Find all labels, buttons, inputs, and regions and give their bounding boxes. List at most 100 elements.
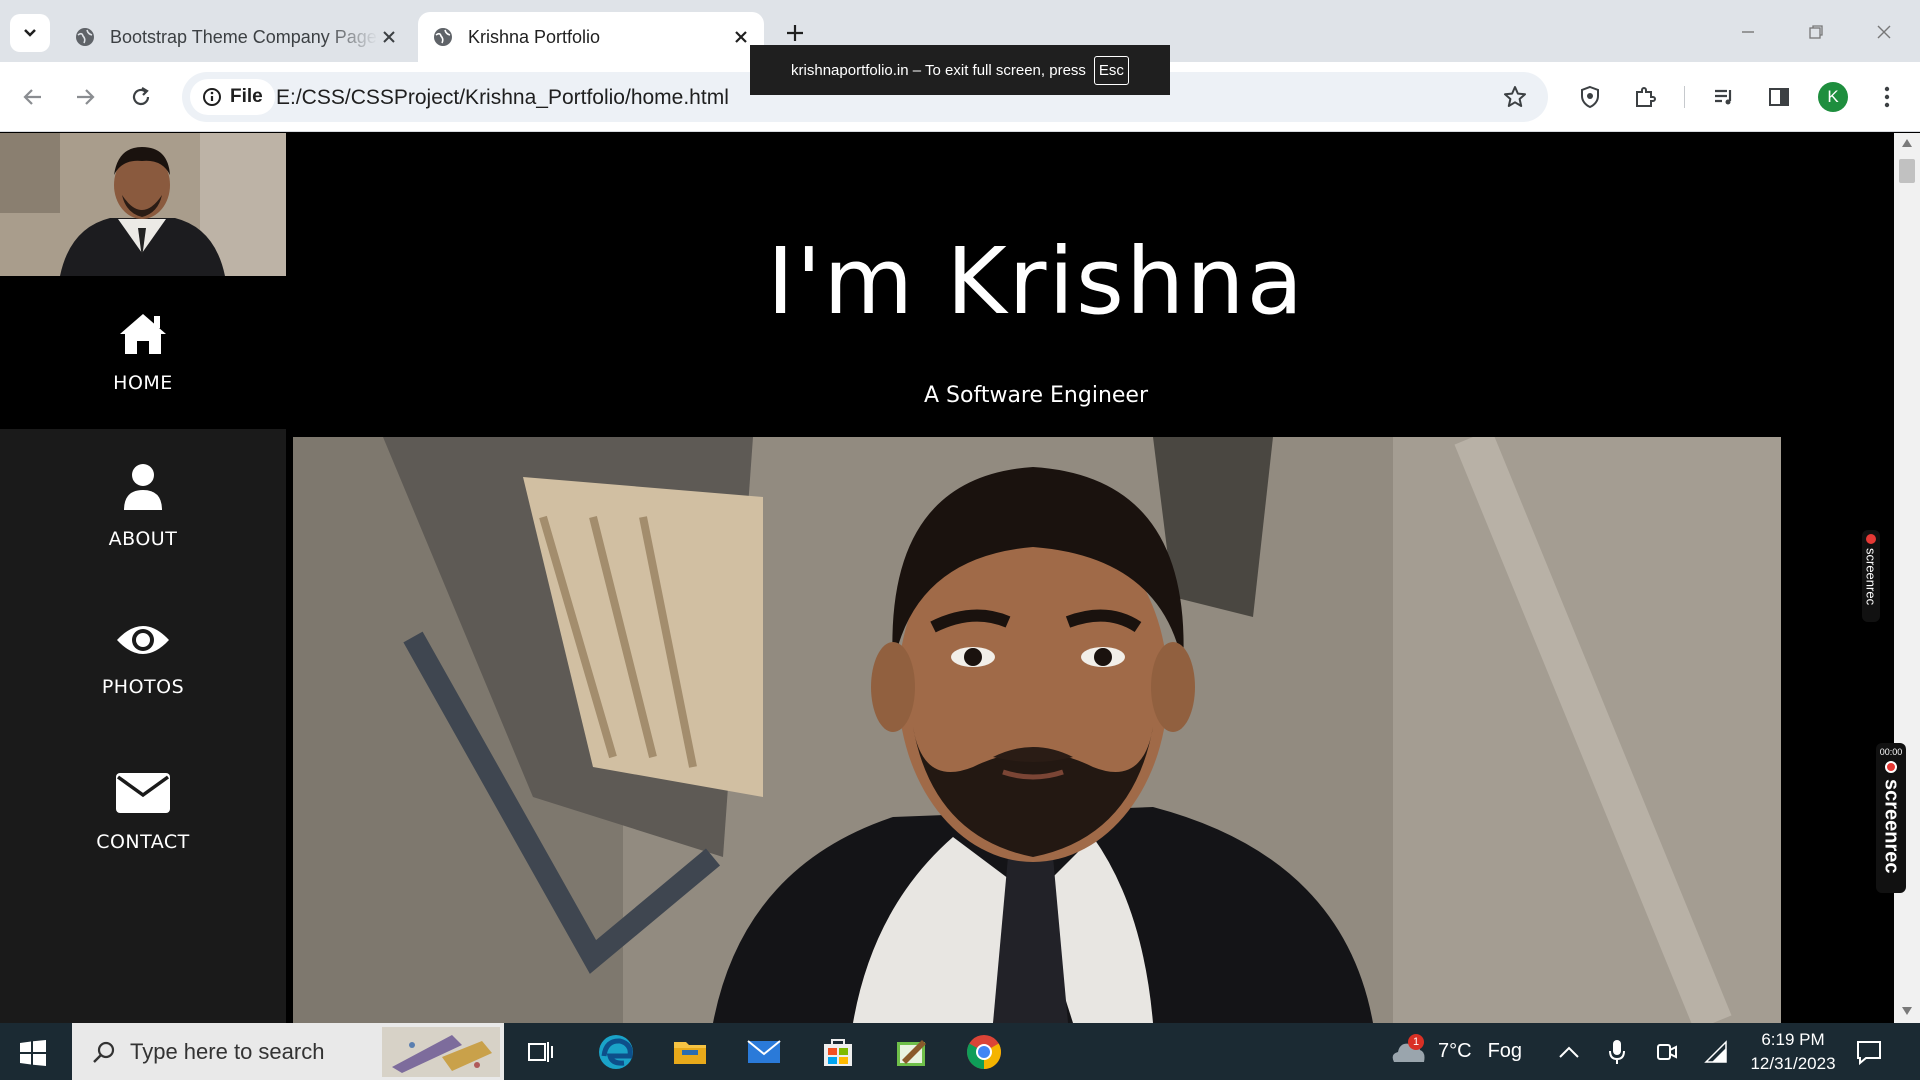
- taskbar-edge[interactable]: [596, 1032, 636, 1072]
- profile-thumbnail: [0, 133, 286, 276]
- notification-icon: [1857, 1040, 1881, 1065]
- info-icon: [203, 88, 221, 106]
- weather-widget[interactable]: 1 7°C Fog: [1388, 1023, 1522, 1080]
- sidebar-item-label: HOME: [113, 371, 173, 394]
- tab-title: Bootstrap Theme Company Page: [110, 26, 377, 47]
- close-icon: [1877, 25, 1891, 39]
- extension-shield-button[interactable]: [1573, 80, 1607, 114]
- envelope-icon: [116, 772, 170, 813]
- tab-search-button[interactable]: [10, 14, 50, 52]
- recorder-label: screenrec: [1863, 548, 1879, 606]
- recorder-label: screenrec: [1880, 779, 1903, 874]
- reload-button[interactable]: [122, 78, 160, 116]
- camera-button[interactable]: [1656, 1023, 1678, 1080]
- side-panel-icon: [1769, 88, 1789, 106]
- close-tab-icon[interactable]: [730, 26, 752, 48]
- browser-menu-button[interactable]: [1870, 80, 1904, 114]
- user-icon: [124, 463, 162, 510]
- recorder-timer: 00:00: [1879, 747, 1903, 757]
- minimize-button[interactable]: [1728, 14, 1768, 50]
- reload-icon: [132, 87, 150, 106]
- chevron-up-icon: [1559, 1046, 1579, 1058]
- playlist-icon: [1715, 89, 1732, 105]
- tab-krishna-portfolio[interactable]: Krishna Portfolio: [418, 12, 764, 62]
- folder-icon: [674, 1042, 706, 1064]
- screenrec-widget[interactable]: 00:00 screenrec: [1876, 743, 1906, 893]
- url-text[interactable]: E:/CSS/CSSProject/Krishna_Portfolio/home…: [276, 86, 729, 110]
- new-tab-button[interactable]: [780, 18, 810, 48]
- site-chip-label: File: [230, 86, 263, 107]
- sidebar-item-contact[interactable]: CONTACT: [0, 735, 286, 888]
- hero-profile-photo: [293, 437, 1781, 1023]
- network-button[interactable]: [1704, 1023, 1728, 1080]
- weather-temp: 7°C: [1438, 1040, 1472, 1062]
- profile-avatar[interactable]: K: [1818, 82, 1848, 112]
- restore-button[interactable]: [1796, 14, 1836, 50]
- search-highlight-icon: [382, 1027, 500, 1077]
- record-dot-icon: [1885, 761, 1897, 773]
- windows-logo-icon: [20, 1040, 46, 1066]
- kebab-menu-icon: [1884, 86, 1890, 108]
- arrow-left-icon: [23, 89, 41, 105]
- notepad-icon: [897, 1040, 926, 1066]
- weather-badge: 1: [1408, 1033, 1424, 1050]
- media-controls-button[interactable]: [1707, 80, 1741, 114]
- sidebar-item-label: CONTACT: [96, 830, 190, 853]
- sidebar-background: [0, 888, 286, 1023]
- hero-subtitle: A Software Engineer: [924, 383, 1148, 408]
- search-placeholder: Type here to search: [130, 1038, 325, 1064]
- scroll-up-icon[interactable]: [1902, 139, 1912, 147]
- toolbar-divider: [1684, 86, 1685, 108]
- taskbar-search[interactable]: Type here to search: [72, 1023, 504, 1080]
- fullscreen-exit-toast: krishnaportfolio.in – To exit full scree…: [750, 45, 1170, 95]
- bookmark-star-button[interactable]: [1498, 80, 1532, 114]
- arrow-right-icon: [77, 89, 95, 105]
- sidebar-item-about[interactable]: ABOUT: [0, 429, 286, 582]
- search-icon: [93, 1041, 115, 1063]
- start-button[interactable]: [20, 1040, 46, 1070]
- close-window-button[interactable]: [1864, 14, 1904, 50]
- screenrec-side-tab[interactable]: screenrec: [1862, 530, 1880, 622]
- side-panel-button[interactable]: [1762, 80, 1796, 114]
- puzzle-icon: [1636, 87, 1656, 107]
- scrollbar-thumb[interactable]: [1899, 159, 1915, 183]
- site-info-chip[interactable]: File: [190, 79, 275, 115]
- star-icon: [1504, 86, 1526, 107]
- taskbar-notepad-app[interactable]: [892, 1032, 932, 1072]
- clock-date: 12/31/2023: [1750, 1053, 1836, 1073]
- sidebar-item-label: ABOUT: [108, 527, 178, 550]
- scroll-down-icon[interactable]: [1902, 1007, 1912, 1015]
- microphone-icon: [1609, 1039, 1625, 1064]
- back-button[interactable]: [14, 78, 52, 116]
- sidebar-item-home[interactable]: HOME: [0, 276, 286, 429]
- mail-icon: [747, 1040, 781, 1063]
- taskbar-mail[interactable]: [744, 1032, 784, 1072]
- taskbar-chrome[interactable]: [964, 1032, 1004, 1072]
- shield-icon: [1581, 85, 1599, 109]
- sidebar-item-label: PHOTOS: [101, 675, 185, 698]
- tab-bootstrap-theme[interactable]: Bootstrap Theme Company Page: [60, 12, 412, 62]
- taskbar-clock[interactable]: 6:19 PM 12/31/2023: [1748, 1023, 1838, 1080]
- forward-button[interactable]: [66, 78, 104, 116]
- hero-title: I'm Krishna: [767, 228, 1305, 335]
- store-icon: [824, 1039, 852, 1066]
- taskbar-store[interactable]: [818, 1032, 858, 1072]
- wifi-icon: [1704, 1039, 1727, 1063]
- record-dot-icon: [1866, 534, 1876, 544]
- toast-message: krishnaportfolio.in – To exit full scree…: [791, 61, 1086, 79]
- globe-icon: [76, 28, 94, 46]
- globe-icon: [434, 28, 452, 46]
- restore-icon: [1809, 25, 1823, 39]
- sidebar-item-photos[interactable]: PHOTOS: [0, 582, 286, 735]
- microphone-button[interactable]: [1608, 1023, 1626, 1080]
- extensions-button[interactable]: [1628, 80, 1662, 114]
- close-tab-icon[interactable]: [378, 26, 400, 48]
- cloud-icon: 1: [1388, 1032, 1428, 1072]
- eye-icon: [117, 625, 169, 654]
- taskbar-file-explorer[interactable]: [670, 1032, 710, 1072]
- show-hidden-icons-button[interactable]: [1558, 1023, 1580, 1080]
- chevron-down-icon: [24, 29, 36, 37]
- task-view-button[interactable]: [520, 1032, 560, 1072]
- notifications-button[interactable]: [1856, 1023, 1882, 1080]
- edge-icon: [599, 1035, 633, 1069]
